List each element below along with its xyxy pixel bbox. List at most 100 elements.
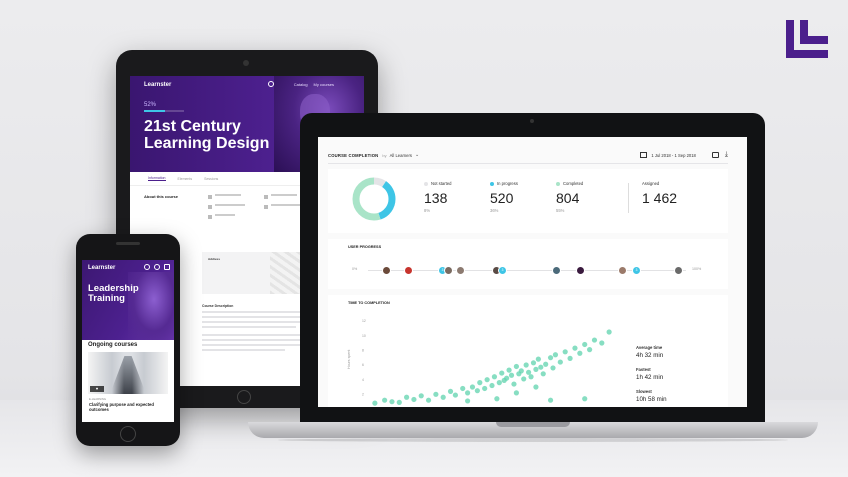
chevron-down-icon[interactable]: ⌄ <box>415 152 419 158</box>
avatar-count-badge[interactable]: 3 <box>498 266 507 275</box>
scatter-point[interactable] <box>474 388 480 394</box>
home-button[interactable] <box>120 426 136 442</box>
tab-sessions[interactable]: Sessions <box>204 177 218 181</box>
app-logo[interactable]: Learnster <box>88 265 115 271</box>
app-logo[interactable]: Learnster <box>144 82 171 88</box>
scatter-point[interactable] <box>533 366 539 372</box>
scatter-point[interactable] <box>465 390 471 396</box>
scatter-point[interactable] <box>477 380 483 386</box>
tab-elements[interactable]: Elements <box>178 177 193 181</box>
learner-filter[interactable]: All Learners <box>390 153 412 158</box>
scatter-point[interactable] <box>496 380 502 386</box>
completed-percent: 55% <box>556 208 565 213</box>
scatter-point[interactable] <box>513 390 519 396</box>
scatter-point[interactable] <box>582 341 588 348</box>
avatar-count-badge[interactable]: 3 <box>632 266 641 275</box>
download-icon[interactable]: ⤓ <box>725 151 728 158</box>
bell-icon[interactable] <box>154 264 160 270</box>
completed-dot <box>556 181 560 186</box>
scatter-point[interactable] <box>547 355 554 361</box>
scatter-point[interactable] <box>396 399 402 405</box>
scatter-point[interactable] <box>552 352 559 358</box>
tab-information[interactable]: Information <box>148 176 166 181</box>
user-progress-title: USER PROGRESS <box>348 245 382 249</box>
scatter-point[interactable] <box>482 385 488 392</box>
avatar[interactable] <box>674 266 683 275</box>
not-started-dot <box>424 181 428 186</box>
progress-start-label: 0% <box>352 267 358 271</box>
scatter-point[interactable] <box>489 382 495 389</box>
heart-icon[interactable]: ♥ <box>90 386 104 392</box>
date-range[interactable]: 1 Jul 2018 - 1 Sep 2018 <box>651 153 695 158</box>
course-card[interactable]: ♥ E-LEARNING Clarifying purpose and expe… <box>88 352 168 416</box>
scatter-point[interactable] <box>504 375 510 381</box>
scatter-point[interactable] <box>411 396 417 403</box>
scatter-point[interactable] <box>404 394 410 400</box>
search-icon[interactable] <box>268 81 274 87</box>
scatter-point[interactable] <box>494 396 500 402</box>
scatter-point[interactable] <box>577 350 583 356</box>
scatter-point[interactable] <box>540 371 546 377</box>
scatter-point[interactable] <box>530 360 537 366</box>
scatter-point[interactable] <box>433 391 439 397</box>
scatter-point[interactable] <box>418 393 424 399</box>
scatter-point[interactable] <box>567 355 573 361</box>
avatar[interactable] <box>576 266 585 275</box>
scatter-point[interactable] <box>491 374 498 380</box>
print-icon[interactable] <box>711 152 719 158</box>
nav-my-courses[interactable]: My courses <box>314 82 334 87</box>
scatter-point[interactable] <box>425 397 432 403</box>
scatter-point[interactable] <box>484 377 490 383</box>
not-started-percent: 8% <box>424 208 431 213</box>
y-tick-label: 2 <box>362 393 364 397</box>
scatter-point[interactable] <box>465 398 471 404</box>
y-tick-label: 12 <box>362 319 366 323</box>
scatter-point[interactable] <box>547 397 554 403</box>
scatter-point[interactable] <box>469 384 476 390</box>
scatter-point[interactable] <box>538 364 544 370</box>
scatter-point[interactable] <box>513 363 519 370</box>
scatter-point[interactable] <box>582 396 588 402</box>
scatter-point[interactable] <box>526 369 532 375</box>
scatter-point[interactable] <box>460 385 466 392</box>
scatter-point[interactable] <box>599 340 605 346</box>
scatter-point[interactable] <box>372 400 378 406</box>
scatter-point[interactable] <box>506 367 512 373</box>
avatar[interactable] <box>404 266 413 275</box>
scatter-point[interactable] <box>550 365 556 371</box>
home-button[interactable] <box>237 390 251 404</box>
scatter-point[interactable] <box>557 359 563 365</box>
avatar[interactable] <box>456 266 465 275</box>
scatter-point[interactable] <box>518 368 524 374</box>
in-progress-value: 520 <box>490 190 514 206</box>
scatter-point[interactable] <box>389 399 395 405</box>
search-icon[interactable] <box>144 264 150 270</box>
scatter-point[interactable] <box>447 388 454 394</box>
scatter-point[interactable] <box>562 349 568 355</box>
scatter-point[interactable] <box>587 347 593 353</box>
scatter-point[interactable] <box>508 372 515 378</box>
avatar[interactable] <box>552 266 561 275</box>
avatar[interactable] <box>444 266 453 275</box>
scatter-point[interactable] <box>572 345 578 351</box>
scatter-point[interactable] <box>511 381 517 387</box>
avatar[interactable] <box>618 266 627 275</box>
scatter-point[interactable] <box>533 384 539 390</box>
scatter-point[interactable] <box>528 374 534 380</box>
scatter-point[interactable] <box>499 370 505 376</box>
scatter-point[interactable] <box>452 392 458 398</box>
scatter-point[interactable] <box>521 376 527 382</box>
calendar-icon[interactable] <box>640 152 648 158</box>
scatter-point[interactable] <box>591 337 598 343</box>
phone-speaker <box>116 242 140 245</box>
scatter-point[interactable] <box>543 361 549 367</box>
avatar[interactable] <box>382 266 391 275</box>
brand-logo-icon <box>786 20 828 58</box>
scatter-point[interactable] <box>606 329 612 335</box>
scatter-point[interactable] <box>382 397 388 403</box>
nav-catalog[interactable]: Catalog <box>294 82 308 87</box>
menu-icon[interactable] <box>164 264 170 270</box>
scatter-point[interactable] <box>440 394 446 400</box>
scatter-point[interactable] <box>535 356 541 362</box>
scatter-point[interactable] <box>523 362 529 368</box>
